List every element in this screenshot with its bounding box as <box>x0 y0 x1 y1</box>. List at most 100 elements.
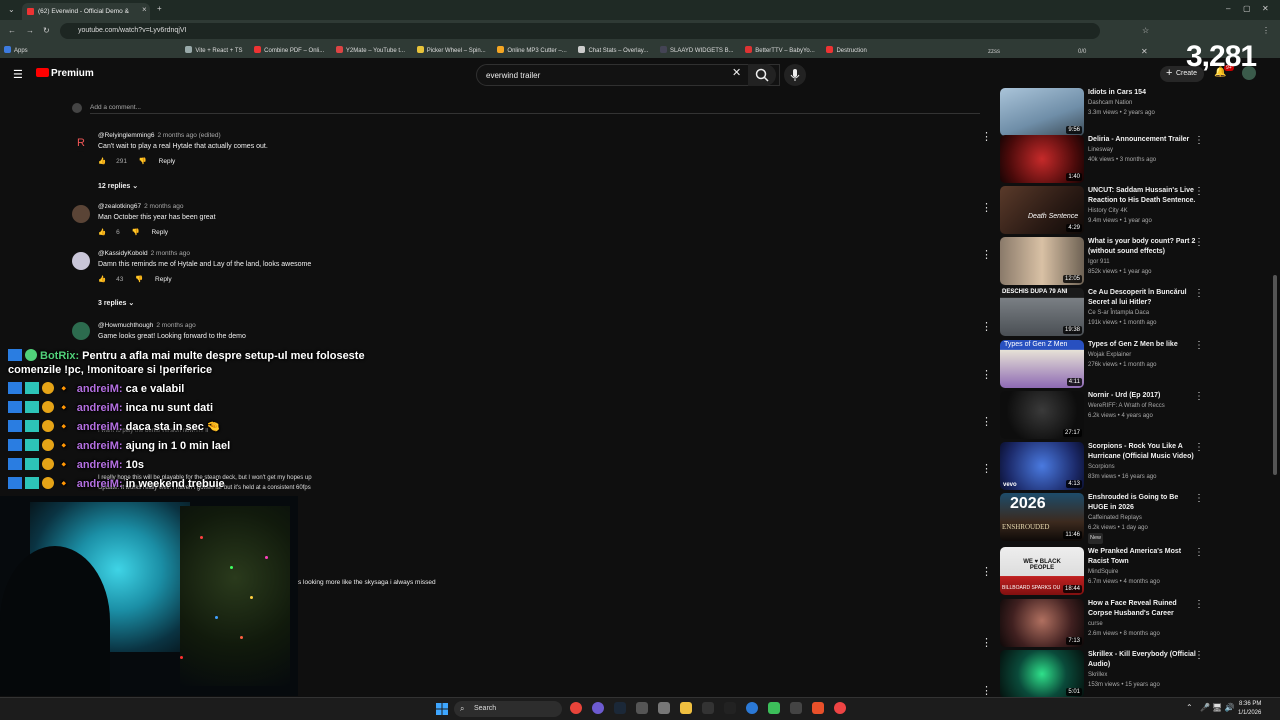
menu-icon[interactable]: ⋮ <box>1262 26 1270 35</box>
dislike-icon[interactable]: 👎 <box>132 229 140 236</box>
recommended-video[interactable]: 9:56 Idiots in Cars 154 Dashcam Nation 3… <box>1000 88 1200 136</box>
video-title[interactable]: Deliria - Announcement Trailer <box>1088 135 1198 145</box>
like-icon[interactable]: 👍 <box>98 158 106 165</box>
video-channel[interactable]: Ce S-ar Întampla Daca <box>1088 308 1149 319</box>
reply-button[interactable]: Reply <box>151 229 168 236</box>
app-icon[interactable] <box>768 702 780 714</box>
bookmark-item[interactable]: BetterTTV – BabyYo... <box>745 46 815 54</box>
app-icon[interactable] <box>702 702 714 714</box>
comment-menu-icon[interactable]: ⋮ <box>981 415 992 428</box>
comment-avatar[interactable] <box>72 252 90 270</box>
page-scrollbar[interactable] <box>1273 275 1277 475</box>
comment-menu-icon[interactable]: ⋮ <box>981 130 992 143</box>
app-icon[interactable] <box>834 702 846 714</box>
maximize-icon[interactable]: ▢ <box>1243 4 1251 13</box>
chrome-icon[interactable] <box>570 702 582 714</box>
bookmark-item[interactable]: Picker Wheel – Spin... <box>416 46 486 54</box>
recommended-video[interactable]: Death Sentence 4:29 UNCUT: Saddam Hussain… <box>1000 186 1204 234</box>
bookmark-item[interactable]: Destruction <box>826 46 867 54</box>
tray-icons[interactable]: 🎤 🖥 🔊 <box>1200 703 1235 712</box>
recommended-video[interactable]: 5:01 Skrillex - Kill Everybody (Official… <box>1000 650 1204 698</box>
bookmark-item[interactable]: Combine PDF – Onli... <box>254 46 324 54</box>
video-title[interactable]: Ce Au Descoperit în Buncărul Secret al l… <box>1088 288 1198 308</box>
like-icon[interactable]: 👍 <box>98 276 106 283</box>
minimize-icon[interactable]: – <box>1226 4 1230 13</box>
video-menu-icon[interactable]: ⋮ <box>1194 340 1204 351</box>
comment-age[interactable]: 2 months ago <box>144 203 183 210</box>
recommended-video[interactable]: 2026 ENSHROUDED 11:46 Enshrouded is Going … <box>1000 493 1204 544</box>
file-explorer-icon[interactable] <box>680 702 692 714</box>
recommended-video[interactable]: 12:05 What is your body count? Part 2 (w… <box>1000 237 1204 285</box>
comment-age[interactable]: 2 months ago (edited) <box>157 132 220 139</box>
video-channel[interactable]: MindSquire <box>1088 567 1118 578</box>
dislike-icon[interactable]: 👎 <box>139 158 147 165</box>
video-thumbnail[interactable]: 9:56 <box>1000 88 1084 136</box>
video-title[interactable]: Idiots in Cars 154 <box>1088 88 1198 98</box>
youtube-logo[interactable]: Premium <box>36 68 94 79</box>
comment-menu-icon[interactable]: ⋮ <box>981 565 992 578</box>
comment-menu-icon[interactable]: ⋮ <box>981 320 992 333</box>
find-close-icon[interactable]: ✕ <box>1141 47 1148 56</box>
comment-author[interactable]: @KassidyKobold <box>98 250 148 257</box>
tab-list-icon[interactable]: ⌄ <box>8 5 15 14</box>
comment-age[interactable]: 2 months ago <box>151 250 190 257</box>
bookmark-item[interactable]: Y2Mate – YouTube t... <box>335 46 405 54</box>
recommended-video[interactable]: vevo 4:13 Scorpions - Rock You Like A Hur… <box>1000 442 1204 490</box>
clear-search-icon[interactable]: ✕ <box>732 66 741 79</box>
video-channel[interactable]: Skrillex <box>1088 670 1107 681</box>
video-menu-icon[interactable]: ⋮ <box>1194 135 1204 146</box>
video-title[interactable]: Enshrouded is Going to Be HUGE in 2026 <box>1088 493 1198 513</box>
tab-close-icon[interactable]: × <box>142 5 147 14</box>
video-menu-icon[interactable]: ⋮ <box>1194 442 1204 453</box>
bookmark-item[interactable]: Apps <box>4 46 28 54</box>
video-thumbnail[interactable]: DESCHIS DUPĂ 79 ANI 19:38 <box>1000 288 1084 336</box>
video-title[interactable]: What is your body count? Part 2 (without… <box>1088 237 1198 257</box>
find-input[interactable]: zzss <box>988 49 1000 55</box>
comment-author[interactable]: @Howmuchthough <box>98 322 153 329</box>
video-thumbnail[interactable]: 5:01 <box>1000 650 1084 698</box>
app-icon[interactable] <box>724 702 736 714</box>
url-bar[interactable]: youtube.com/watch?v=Lyv6rdnqjVI <box>60 23 1100 39</box>
steam-icon[interactable] <box>614 702 626 714</box>
app-icon[interactable] <box>658 702 670 714</box>
back-icon[interactable]: ← <box>8 26 16 35</box>
recommended-video[interactable]: 27:17 Nornir - Urd (Ep 2017) WereRIFF: A… <box>1000 391 1204 439</box>
video-title[interactable]: UNCUT: Saddam Hussain's Live Reaction to… <box>1088 186 1198 206</box>
video-menu-icon[interactable]: ⋮ <box>1194 493 1204 504</box>
app-icon[interactable] <box>746 702 758 714</box>
forward-icon[interactable]: → <box>26 26 34 35</box>
comment-menu-icon[interactable]: ⋮ <box>981 462 992 475</box>
video-channel[interactable]: Scorpions <box>1088 462 1115 473</box>
video-thumbnail[interactable]: 7:13 <box>1000 599 1084 647</box>
comment-avatar[interactable] <box>72 205 90 223</box>
video-menu-icon[interactable]: ⋮ <box>1194 186 1204 197</box>
video-menu-icon[interactable]: ⋮ <box>1194 650 1204 661</box>
recommended-video[interactable]: DESCHIS DUPĂ 79 ANI 19:38 Ce Au Descoperi… <box>1000 288 1204 336</box>
search-button[interactable] <box>748 64 776 86</box>
video-channel[interactable]: Caffeinated Replays <box>1088 513 1142 524</box>
comment-author[interactable]: @zealotking67 <box>98 203 141 210</box>
video-channel[interactable]: Igor 911 <box>1088 257 1110 268</box>
recommended-video[interactable]: WE ♥ BLACK PEOPLE BILLBOARD SPARKS OU 18:4… <box>1000 547 1204 595</box>
comment-menu-icon[interactable]: ⋮ <box>981 201 992 214</box>
video-title[interactable]: Nornir - Urd (Ep 2017) <box>1088 391 1198 401</box>
new-tab-icon[interactable]: + <box>157 4 162 13</box>
comment-menu-icon[interactable]: ⋮ <box>981 636 992 649</box>
view-replies-button[interactable]: 12 replies ⌄ <box>98 182 138 190</box>
video-menu-icon[interactable]: ⋮ <box>1194 547 1204 558</box>
video-title[interactable]: We Pranked America's Most Racist Town <box>1088 547 1198 567</box>
video-title[interactable]: How a Face Reveal Ruined Corpse Husband'… <box>1088 599 1198 619</box>
comment-menu-icon[interactable]: ⋮ <box>981 368 992 381</box>
video-thumbnail[interactable]: 2026 ENSHROUDED 11:46 <box>1000 493 1084 541</box>
taskbar-search[interactable]: ⌕ Search <box>454 701 562 717</box>
video-title[interactable]: Types of Gen Z Men be like <box>1088 340 1198 350</box>
comment-menu-icon[interactable]: ⋮ <box>981 248 992 261</box>
obs-icon[interactable] <box>790 702 802 714</box>
comment-author[interactable]: @Relyinglemming6 <box>98 132 154 139</box>
video-channel[interactable]: Linesway <box>1088 145 1113 156</box>
system-clock[interactable]: 8:36 PM 1/1/2026 <box>1238 700 1261 718</box>
video-title[interactable]: Skrillex - Kill Everybody (Official Audi… <box>1088 650 1198 670</box>
video-channel[interactable]: Dashcam Nation <box>1088 98 1132 109</box>
video-thumbnail[interactable]: 12:05 <box>1000 237 1084 285</box>
reload-icon[interactable]: ↻ <box>43 26 50 35</box>
